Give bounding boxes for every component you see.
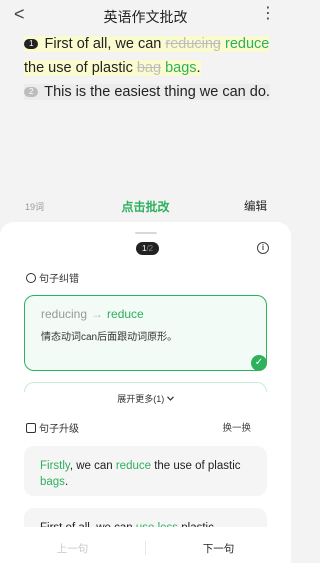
feedback-sheet: 1/2 i 句子纠错 reducing → reduce 情态动词can后面跟动词原… <box>0 222 291 563</box>
section-title: 句子纠错 <box>39 274 79 285</box>
upgrade-icon <box>26 423 36 433</box>
arrow-right-icon: → <box>91 307 104 321</box>
action-bar: 19词 点击批改 编辑 <box>0 196 291 216</box>
expand-more-button[interactable]: 展开更多(1) <box>0 392 291 405</box>
prev-sentence-button[interactable]: 上一句 <box>0 541 145 556</box>
upgrade-highlight: bags <box>40 476 65 488</box>
footer-nav: 上一句 下一句 <box>0 527 291 563</box>
upgrade-card-1[interactable]: Firstly, we can reduce the use of plasti… <box>24 446 267 496</box>
inserted-word: bags <box>165 60 197 76</box>
section-upgrade-header: 句子升级 <box>26 420 79 435</box>
correction-card[interactable]: reducing → reduce 情态动词can后面跟动词原形。 ✓ <box>24 295 267 371</box>
drag-handle[interactable] <box>135 232 157 234</box>
check-icon: ✓ <box>251 355 267 371</box>
sentence-number-badge: 1 <box>24 39 39 49</box>
upgrade-text: . <box>64 476 69 488</box>
essay-area: < 英语作文批改 ⋮ 1 First of all, we can reduci… <box>0 0 291 222</box>
sentence-text: This is the easiest thing we can do. <box>44 84 270 100</box>
sentence-text: . <box>196 60 201 76</box>
more-icon[interactable]: ⋮ <box>260 3 277 23</box>
deleted-word: bag <box>136 60 162 76</box>
deleted-word: reducing <box>165 36 221 52</box>
inserted-word: reduce <box>225 36 270 52</box>
target-icon <box>26 273 36 283</box>
upgrade-text: the use of plastic <box>151 460 241 472</box>
info-icon[interactable]: i <box>257 242 269 254</box>
section-title: 句子升级 <box>39 424 79 435</box>
next-sentence-button[interactable]: 下一句 <box>146 541 291 556</box>
chevron-down-icon <box>166 396 174 401</box>
sentence-1[interactable]: 1 First of all, we can reducing reduce t… <box>24 36 270 76</box>
sentence-number-badge: 2 <box>24 87 39 97</box>
sentence-text: First of all, we can <box>44 36 166 52</box>
correction-to: reduce <box>107 307 144 321</box>
correction-line: reducing → reduce <box>41 307 144 321</box>
page-total: /2 <box>146 244 154 253</box>
nav-bar: < 英语作文批改 ⋮ <box>0 0 291 30</box>
sentence-text: the use of plastic <box>24 60 137 76</box>
correction-explanation: 情态动词can后面跟动词原形。 <box>41 332 178 343</box>
edit-button[interactable]: 编辑 <box>244 198 267 214</box>
upgrade-highlight: reduce <box>115 460 152 472</box>
expand-label: 展开更多(1) <box>117 394 165 404</box>
upgrade-highlight: Firstly <box>40 460 70 472</box>
page-title: 英语作文批改 <box>103 9 188 25</box>
page-indicator: 1/2 <box>136 242 160 255</box>
section-correction-header: 句子纠错 <box>26 270 79 285</box>
upgrade-text: , we can <box>69 460 116 472</box>
sentence-2[interactable]: 2 This is the easiest thing we can do. <box>24 84 270 100</box>
essay-text: 1 First of all, we can reducing reduce t… <box>24 32 282 104</box>
correction-from: reducing <box>41 307 88 321</box>
swap-button[interactable]: 换一换 <box>222 420 251 434</box>
